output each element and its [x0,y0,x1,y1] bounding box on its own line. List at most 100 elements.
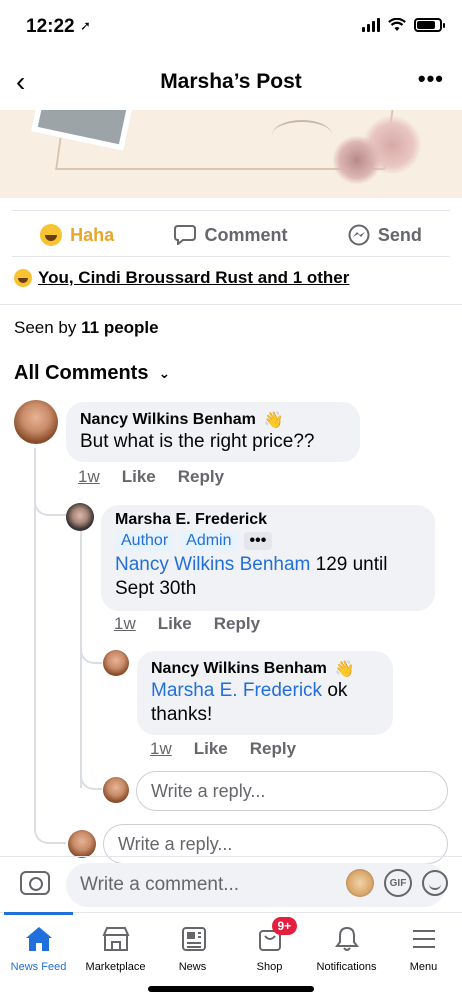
thread-connector [80,762,102,790]
avatar[interactable] [66,503,94,531]
wifi-icon [388,18,406,31]
tab-news-feed[interactable]: News Feed [0,912,77,1000]
tab-label: Marketplace [85,961,146,973]
notification-badge: 9+ [271,917,298,935]
home-indicator [148,986,314,992]
tab-notifications[interactable]: Notifications [308,913,385,1000]
flower-decoration [332,135,382,185]
comment-author[interactable]: Nancy Wilkins Benham [80,411,256,429]
reply-button[interactable]: Reply [250,739,296,759]
avatar-sticker-icon[interactable] [346,869,374,897]
send-button[interactable]: Send [348,224,422,246]
signal-icon [362,18,380,32]
status-icons [362,18,445,32]
more-options-button[interactable]: ••• [418,66,444,92]
composer-icons: GIF [346,869,448,897]
reply-input[interactable]: Write a reply... [136,771,448,811]
post-actions: Haha Comment Send [0,218,462,252]
reply-bubble[interactable]: Marsha E. Frederick Author Admin ••• Nan… [101,505,435,611]
tab-label: Notifications [316,961,377,973]
comment-bubble[interactable]: Nancy Wilkins Benham 👋 But what is the r… [66,402,360,462]
reply-time[interactable]: 1w [150,739,172,759]
thread-connector [80,636,102,664]
marketplace-icon [101,925,131,953]
like-button[interactable]: Like [122,467,156,487]
reply-author-row: Nancy Wilkins Benham 👋 [151,659,379,679]
messenger-icon [348,224,370,246]
tab-label: News [178,961,207,973]
thread-connector [34,816,66,844]
reply-text: Nancy Wilkins Benham 129 until Sept 30th [115,553,421,601]
tab-marketplace[interactable]: Marketplace [77,913,154,1000]
home-icon [24,925,54,953]
reply-button[interactable]: Reply [178,467,224,487]
wave-icon: 👋 [334,661,355,678]
seen-by[interactable]: Seen by 11 people [14,318,159,338]
bell-icon [332,925,362,953]
comment-time[interactable]: 1w [78,467,100,487]
comments-filter[interactable]: All Comments ⌄ [14,362,170,385]
status-bar: 12:22 ➚ [0,0,462,52]
news-icon [178,925,208,953]
seen-count: 11 people [81,318,159,337]
location-icon: ➚ [80,18,91,33]
comment-button[interactable]: Comment [174,224,288,246]
comment-icon [174,225,197,245]
haha-emoji-icon [14,269,32,287]
mention-link[interactable]: Marsha E. Frederick [151,680,322,701]
comment-placeholder: Write a comment... [80,874,240,895]
thread-connector [34,488,66,516]
status-time: 12:22 [26,16,75,37]
tab-label: Shop [256,961,283,973]
avatar[interactable] [103,650,129,676]
battery-icon [414,18,445,32]
comment-text: But what is the right price?? [80,431,315,452]
more-badges-button[interactable]: ••• [243,532,273,550]
current-user-avatar [103,777,129,803]
chevron-down-icon: ⌄ [158,365,171,381]
wave-icon: 👋 [263,412,284,429]
like-button[interactable]: Like [158,614,192,634]
comment-label: Comment [204,224,288,245]
reply-meta: 1w Like Reply [114,614,260,634]
tab-label: News Feed [10,961,67,973]
camera-icon[interactable] [20,871,50,895]
haha-label: Haha [70,224,115,245]
reply-meta: 1w Like Reply [150,739,296,759]
author-tags: Author Admin ••• [115,531,421,551]
seen-prefix: Seen by [14,318,77,337]
reply-author[interactable]: Marsha E. Frederick [115,511,421,529]
like-button[interactable]: Like [194,739,228,759]
divider [12,256,450,257]
reply-text: Marsha E. Frederick ok thanks! [151,679,379,727]
post-image[interactable] [0,110,462,198]
page-title: Marsha’s Post [160,70,302,93]
thread-line [80,530,82,788]
divider [12,210,450,211]
avatar[interactable] [14,400,58,444]
author-badge: Author [115,531,175,551]
comment-composer: Write a comment... GIF [0,856,462,912]
gif-icon[interactable]: GIF [384,869,412,897]
comment-author-row: Nancy Wilkins Benham 👋 [80,410,346,430]
leaf-decoration [272,120,332,150]
reply-time[interactable]: 1w [114,614,136,634]
menu-icon [409,925,439,953]
comment-meta: 1w Like Reply [78,467,224,487]
mention-link[interactable]: Nancy Wilkins Benham [115,554,310,575]
haha-button[interactable]: Haha [40,224,114,246]
emoji-icon[interactable] [422,870,448,896]
tab-menu[interactable]: Menu [385,913,462,1000]
current-user-avatar [68,830,96,858]
tab-label: Menu [409,961,438,973]
reactions-summary[interactable]: You, Cindi Broussard Rust and 1 other [14,268,349,288]
reply-bubble[interactable]: Nancy Wilkins Benham 👋 Marsha E. Frederi… [137,651,393,735]
post-header: ‹ Marsha’s Post ••• [0,56,462,108]
reply-button[interactable]: Reply [214,614,260,634]
reply-author[interactable]: Nancy Wilkins Benham [151,660,327,678]
reactions-text: You, Cindi Broussard Rust and 1 other [38,268,350,287]
haha-emoji-icon [40,224,63,246]
comments-filter-label: All Comments [14,362,149,384]
divider [0,304,462,305]
send-label: Send [377,224,422,245]
